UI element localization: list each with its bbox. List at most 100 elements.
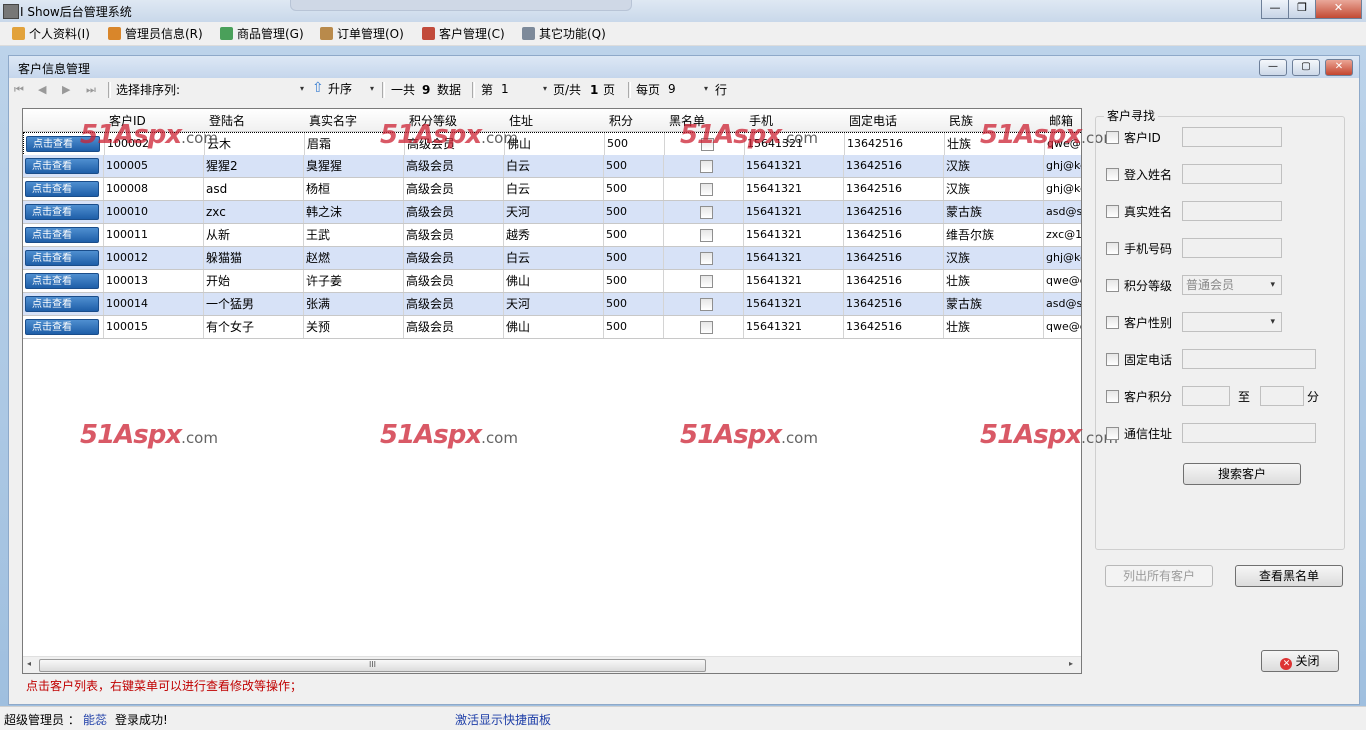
table-row[interactable]: 点击查看 100015 有个女子 关预 高级会员 佛山 500 15641321 1364251…	[23, 316, 1081, 339]
view-detail-button[interactable]: 点击查看	[25, 273, 99, 289]
table-row[interactable]: 点击查看 100008 asd 杨桓 高级会员 白云 500 15641321 13642516…	[23, 178, 1081, 201]
search-input[interactable]	[1182, 127, 1282, 147]
maximize-button[interactable]: ❐	[1288, 0, 1316, 19]
view-detail-button[interactable]: 点击查看	[25, 319, 99, 335]
sort-column-select[interactable]: ▾	[186, 80, 306, 98]
shortcut-panel-link[interactable]: 激活显示快捷面板	[455, 711, 551, 728]
list-all-customers-button[interactable]: 列出所有客户	[1105, 565, 1213, 587]
blacklist-checkbox[interactable]	[700, 297, 713, 311]
view-detail-button[interactable]: 点击查看	[25, 250, 99, 266]
search-filter-checkbox[interactable]	[1106, 353, 1119, 366]
search-filter-checkbox[interactable]	[1106, 205, 1119, 218]
customers-icon	[422, 27, 435, 40]
table-row[interactable]: 点击查看 100013 开始 许子姜 高级会员 佛山 500 15641321 13642516…	[23, 270, 1081, 293]
next-page-icon[interactable]: ▶	[62, 81, 70, 99]
form-title: 客户信息管理	[18, 62, 91, 76]
page-number-select[interactable]: 1 ▾	[501, 80, 549, 98]
scroll-left-icon[interactable]: ◂	[27, 659, 31, 668]
minimize-button[interactable]: —	[1261, 0, 1289, 19]
col-header-tel[interactable]: 固定电话	[849, 112, 897, 129]
close-form-button[interactable]: ✕ 关闭	[1261, 650, 1339, 672]
cell-black[interactable]	[663, 293, 743, 315]
prev-page-icon[interactable]: ◀	[38, 81, 46, 99]
scroll-thumb[interactable]: III	[39, 659, 706, 672]
cell-black[interactable]	[663, 178, 743, 200]
person-icon	[12, 27, 25, 40]
menu-other[interactable]: 其它功能(Q)	[520, 25, 606, 43]
cell-black[interactable]	[663, 270, 743, 292]
score-max-input[interactable]	[1260, 386, 1304, 406]
search-input[interactable]	[1182, 201, 1282, 221]
cell-black[interactable]	[663, 224, 743, 246]
blacklist-checkbox[interactable]	[700, 320, 713, 334]
menu-personal[interactable]: 个人资料(I)	[10, 25, 90, 43]
form-close-button[interactable]: ✕	[1325, 59, 1353, 76]
form-titlebar: 客户信息管理 — ▢ ✕	[9, 56, 1359, 78]
cell-black[interactable]	[663, 316, 743, 338]
blacklist-checkbox[interactable]	[700, 159, 713, 173]
search-filter-checkbox[interactable]	[1106, 316, 1119, 329]
menu-orders[interactable]: 订单管理(O)	[318, 25, 404, 43]
search-input[interactable]	[1182, 164, 1282, 184]
view-detail-button[interactable]: 点击查看	[25, 296, 99, 312]
col-header-nation[interactable]: 民族	[949, 112, 973, 129]
col-header-score[interactable]: 积分	[609, 112, 633, 129]
first-page-icon[interactable]: ⏮	[14, 81, 24, 99]
scroll-right-icon[interactable]: ▸	[1069, 659, 1073, 668]
status-bar: 超级管理员 ： 能蕊 登录成功! 激活显示快捷面板	[0, 706, 1366, 730]
cell-black[interactable]	[663, 155, 743, 177]
search-filter-checkbox[interactable]	[1106, 279, 1119, 292]
cell-black[interactable]	[663, 247, 743, 269]
search-label: 客户积分	[1124, 390, 1173, 404]
score-min-input[interactable]	[1182, 386, 1230, 406]
search-row: 客户ID	[1106, 127, 1336, 149]
cell-name: 韩之沫	[303, 201, 403, 223]
menu-admin[interactable]: 管理员信息(R)	[106, 25, 203, 43]
menu-customers[interactable]: 客户管理(C)	[420, 25, 505, 43]
col-header-name[interactable]: 真实名字	[309, 112, 357, 129]
search-select[interactable]: ▾	[1182, 312, 1282, 332]
search-filter-checkbox[interactable]	[1106, 390, 1119, 403]
view-detail-button[interactable]: 点击查看	[25, 204, 99, 220]
table-row[interactable]: 点击查看 100010 zxc 韩之沫 高级会员 天河 500 15641321 1364251…	[23, 201, 1081, 224]
view-blacklist-button[interactable]: 查看黑名单	[1235, 565, 1343, 587]
search-customer-button[interactable]: 搜索客户	[1183, 463, 1301, 485]
table-row[interactable]: 点击查看 100011 从新 王武 高级会员 越秀 500 15641321 13642516 维…	[23, 224, 1081, 247]
cell-nation: 蒙古族	[943, 201, 1043, 223]
form-minimize-button[interactable]: —	[1259, 59, 1287, 76]
cell-name: 赵燃	[303, 247, 403, 269]
cell-black[interactable]	[663, 201, 743, 223]
search-filter-checkbox[interactable]	[1106, 242, 1119, 255]
search-select[interactable]: 普通会员 ▾	[1182, 275, 1282, 295]
view-detail-button[interactable]: 点击查看	[25, 181, 99, 197]
search-filter-checkbox[interactable]	[1106, 131, 1119, 144]
search-input[interactable]	[1182, 423, 1316, 443]
horizontal-scrollbar[interactable]: ◂ III ▸	[23, 656, 1081, 673]
search-input[interactable]	[1182, 349, 1316, 369]
sort-order-select[interactable]: 升序 ▾	[328, 80, 376, 98]
customer-grid[interactable]: 客户ID 登陆名 真实名字 积分等级 住址 积分 黑名单 手机 固定电话 民族 …	[22, 108, 1082, 674]
menu-goods[interactable]: 商品管理(G)	[218, 25, 304, 43]
search-filter-checkbox[interactable]	[1106, 427, 1119, 440]
blacklist-checkbox[interactable]	[700, 251, 713, 265]
cell-login: 一个猛男	[203, 293, 303, 315]
form-maximize-button[interactable]: ▢	[1292, 59, 1320, 76]
close-window-button[interactable]: ✕	[1315, 0, 1362, 19]
per-page-select[interactable]: 9 ▾	[668, 80, 710, 98]
chevron-down-icon: ▾	[299, 84, 304, 93]
table-row[interactable]: 点击查看 100014 一个猛男 张满 高级会员 天河 500 15641321 1364251…	[23, 293, 1081, 316]
table-row[interactable]: 点击查看 100012 躲猫猫 赵燃 高级会员 白云 500 15641321 13642516…	[23, 247, 1081, 270]
search-input[interactable]	[1182, 238, 1282, 258]
blacklist-checkbox[interactable]	[700, 205, 713, 219]
blacklist-checkbox[interactable]	[700, 274, 713, 288]
blacklist-checkbox[interactable]	[700, 228, 713, 242]
cell-tel: 13642516	[843, 201, 943, 223]
blacklist-checkbox[interactable]	[700, 182, 713, 196]
cell-id: 100012	[103, 247, 203, 269]
last-page-icon[interactable]: ⏭	[86, 81, 96, 99]
view-detail-button[interactable]: 点击查看	[25, 158, 99, 174]
search-filter-checkbox[interactable]	[1106, 168, 1119, 181]
view-detail-button[interactable]: 点击查看	[25, 227, 99, 243]
search-row: 登入姓名	[1106, 164, 1336, 186]
table-row[interactable]: 点击查看 100005 猩猩2 臭猩猩 高级会员 白云 500 15641321 1364251…	[23, 155, 1081, 178]
